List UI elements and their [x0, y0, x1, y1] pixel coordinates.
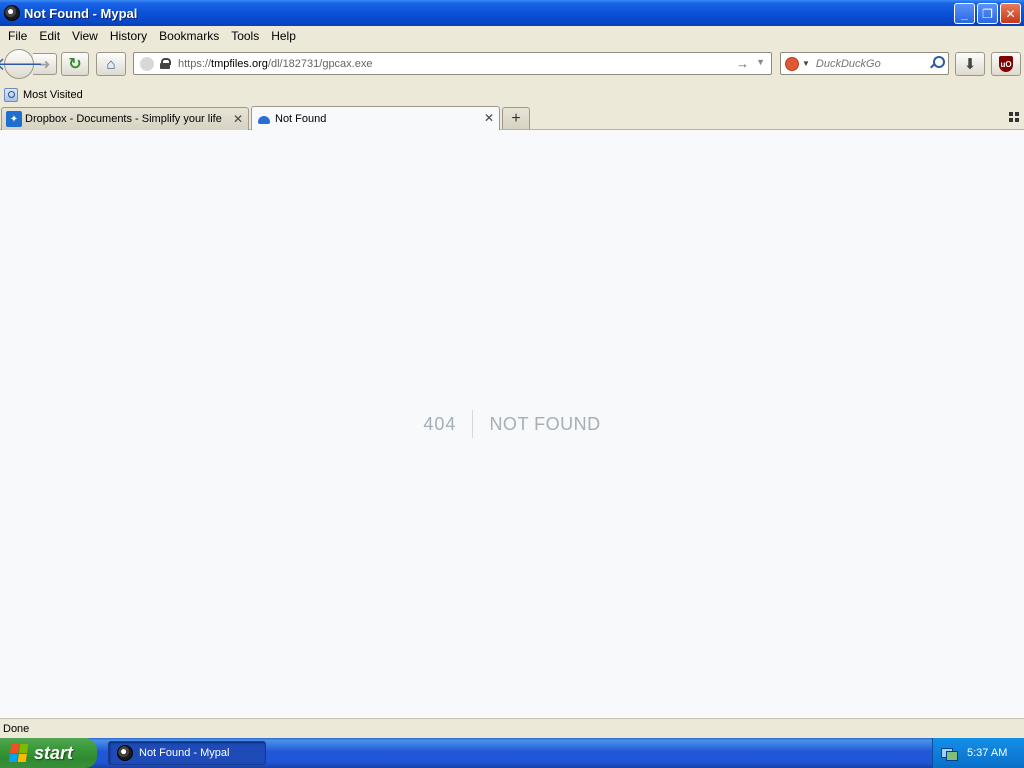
bookmark-most-visited[interactable]: Most Visited — [23, 89, 83, 101]
url-history-dropdown-icon[interactable]: ▼ — [756, 57, 765, 67]
url-host: tmpfiles.org — [211, 57, 268, 70]
close-window-button[interactable]: ✕ — [1000, 3, 1021, 24]
search-engine-dropdown-icon[interactable]: ▼ — [802, 59, 810, 68]
menu-bar: File Edit View History Bookmarks Tools H… — [0, 26, 1024, 46]
minimize-icon: _ — [961, 6, 968, 21]
mypal-app-icon[interactable] — [4, 5, 20, 21]
status-bar: Done — [0, 718, 1024, 738]
tab-dropbox[interactable]: ✦ Dropbox - Documents - Simplify your li… — [1, 107, 249, 130]
tab-label: Dropbox - Documents - Simplify your life — [25, 113, 222, 125]
restore-icon: ❐ — [982, 6, 993, 21]
search-input[interactable] — [815, 57, 926, 70]
menu-bookmarks[interactable]: Bookmarks — [153, 29, 225, 43]
menu-tools[interactable]: Tools — [225, 29, 265, 43]
url-bar[interactable]: https://tmpfiles.org/dl/182731/gpcax.exe… — [133, 52, 772, 75]
downloads-button[interactable]: ⬇ — [955, 52, 985, 76]
home-icon: ⌂ — [106, 55, 116, 73]
close-tab-icon[interactable]: ✕ — [233, 112, 243, 126]
start-button[interactable]: start — [0, 738, 97, 768]
url-path: /dl/182731/gpcax.exe — [267, 57, 373, 70]
menu-edit[interactable]: Edit — [33, 29, 66, 43]
taskbar-item-mypal[interactable]: Not Found - Mypal — [108, 741, 266, 765]
reload-button[interactable]: ↻ — [61, 52, 89, 76]
duckduckgo-icon[interactable] — [785, 56, 799, 71]
ublock-button[interactable]: uO — [991, 52, 1021, 76]
menu-help[interactable]: Help — [265, 29, 302, 43]
system-tray: 5:37 AM — [932, 738, 1024, 768]
menu-view[interactable]: View — [66, 29, 104, 43]
back-arrow-icon: 🡐 — [0, 53, 44, 74]
site-identity-icon[interactable] — [140, 56, 154, 71]
window-title: Not Found - Mypal — [24, 5, 138, 21]
cloud-icon — [256, 111, 272, 127]
menu-file[interactable]: File — [2, 29, 33, 43]
back-button[interactable]: 🡐 — [0, 49, 43, 79]
tab-strip: ✦ Dropbox - Documents - Simplify your li… — [0, 105, 1024, 130]
ublock-shield-icon: uO — [999, 56, 1013, 72]
most-visited-icon — [4, 87, 18, 102]
menu-history[interactable]: History — [104, 29, 153, 43]
url-prefix: https:// — [178, 57, 212, 70]
network-icon[interactable] — [941, 746, 958, 761]
tab-not-found[interactable]: Not Found ✕ — [251, 106, 500, 130]
windows-logo-icon — [8, 744, 30, 762]
close-icon: ✕ — [1005, 6, 1016, 21]
lock-icon — [160, 58, 171, 69]
taskbar: start Not Found - Mypal 5:37 AM — [0, 738, 1024, 768]
not-found-message: 404 NOT FOUND — [0, 410, 1024, 438]
tab-label: Not Found — [275, 112, 327, 125]
clock[interactable]: 5:37 AM — [967, 747, 1007, 759]
title-bar: Not Found - Mypal _ ❐ ✕ — [0, 0, 1024, 26]
home-button[interactable]: ⌂ — [96, 52, 126, 76]
search-bar: ▼ — [780, 52, 949, 75]
status-text: Done — [3, 722, 30, 735]
restore-button[interactable]: ❐ — [977, 3, 998, 24]
plus-icon: + — [511, 109, 521, 127]
close-tab-icon[interactable]: ✕ — [484, 111, 494, 125]
error-code: 404 — [423, 410, 474, 438]
minimize-button[interactable]: _ — [954, 3, 975, 24]
start-label: start — [34, 742, 74, 763]
new-tab-button[interactable]: + — [502, 107, 530, 129]
page-content: 404 NOT FOUND — [0, 130, 1024, 718]
go-arrow-icon[interactable]: → — [736, 56, 749, 71]
taskbar-item-label: Not Found - Mypal — [139, 747, 230, 759]
mypal-taskbar-icon — [117, 745, 133, 761]
reload-icon: ↻ — [68, 56, 82, 73]
dropbox-icon: ✦ — [6, 111, 22, 127]
url-text[interactable]: https://tmpfiles.org/dl/182731/gpcax.exe — [178, 58, 372, 70]
error-text: NOT FOUND — [489, 414, 601, 434]
search-icon[interactable] — [930, 56, 945, 69]
navigation-toolbar: ➜ 🡐 ↻ ⌂ https://tmpfiles.org/dl/182731/g… — [0, 46, 1024, 84]
window-controls: _ ❐ ✕ — [954, 3, 1021, 24]
download-icon: ⬇ — [963, 56, 977, 73]
list-all-tabs-icon[interactable] — [1009, 112, 1019, 122]
bookmarks-toolbar: Most Visited — [0, 84, 1024, 105]
